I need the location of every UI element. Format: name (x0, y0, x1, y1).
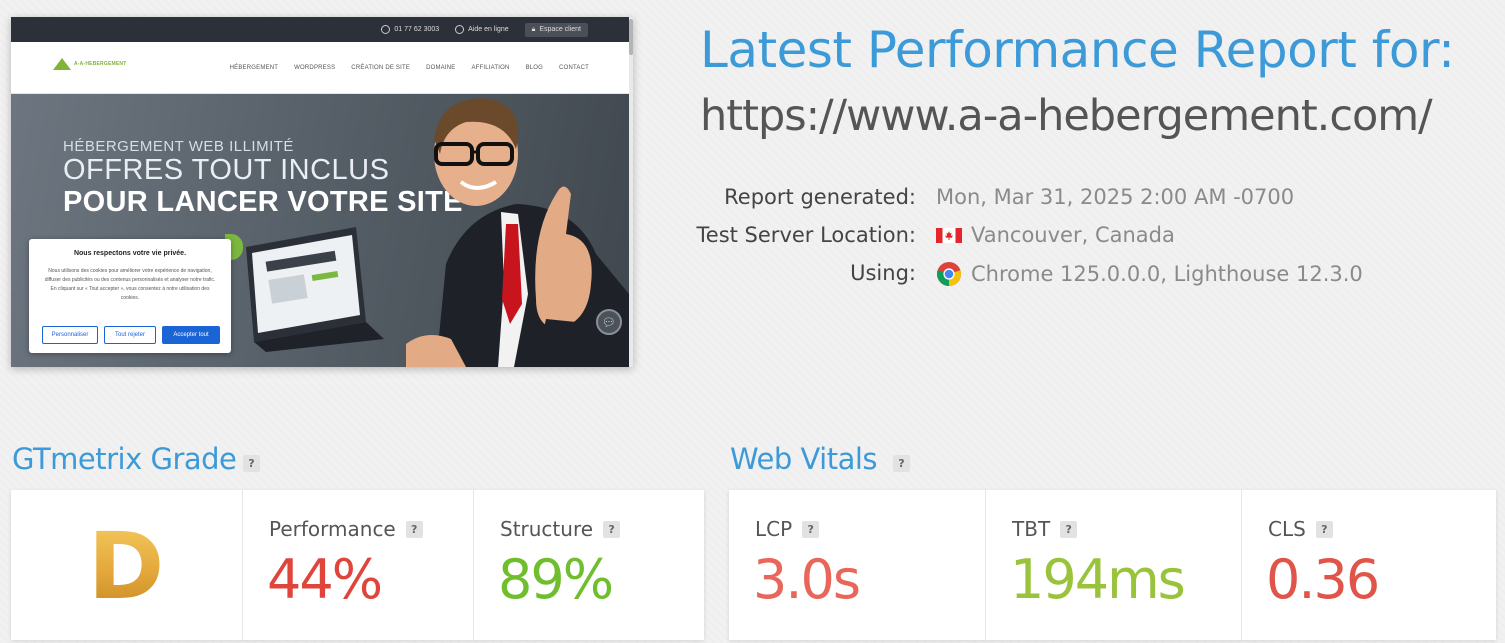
structure-label-wrap: Structure ? (500, 517, 621, 541)
thumb-menu-item: DOMAINE (426, 65, 456, 71)
web-vitals-title: Web Vitals (730, 442, 878, 476)
help-circle-icon (455, 25, 465, 34)
thumb-scrollbar (629, 17, 633, 367)
test-location-value-wrap: Vancouver, Canada (936, 223, 1175, 247)
using-value-wrap: Chrome 125.0.0.0, Lighthouse 12.3.0 (936, 261, 1363, 287)
cls-value: 0.36 (1266, 548, 1380, 611)
structure-help-icon[interactable]: ? (603, 520, 621, 538)
report-url[interactable]: https://www.a-a-hebergement.com/ (700, 88, 1433, 144)
tbt-value: 194ms (1010, 548, 1186, 611)
thumb-phone: 01 77 62 3003 (381, 25, 439, 34)
structure-value: 89% (498, 548, 614, 611)
gtmetrix-grade-title: GTmetrix Grade (12, 442, 237, 476)
thumb-scrollbar-handle (629, 19, 633, 55)
cookie-consent-dialog: Nous respectons votre vie privée. Nous u… (29, 239, 231, 353)
tbt-help-icon[interactable]: ? (1060, 520, 1078, 538)
performance-help-icon[interactable]: ? (405, 520, 423, 538)
cls-label-wrap: CLS ? (1268, 517, 1333, 541)
report-generated-label: Report generated: (724, 185, 916, 209)
hero-line-2: POUR LANCER VOTRE SITE (63, 186, 463, 218)
thumb-menu-item: CRÉATION DE SITE (351, 65, 411, 71)
thumb-menu-item: BLOG (525, 65, 544, 71)
cls-help-icon[interactable]: ? (1315, 520, 1333, 538)
test-location-value: Vancouver, Canada (971, 223, 1175, 247)
tbt-label: TBT (1012, 517, 1051, 541)
grade-help-icon[interactable]: ? (243, 455, 260, 472)
structure-label: Structure (500, 517, 594, 541)
laptop-illustration (246, 227, 384, 352)
thumb-menu-item: AFFILIATION (471, 65, 510, 71)
thumb-client-area: 🔒︎ Espace client (524, 22, 588, 37)
thumb-help-text: Aide en ligne (468, 26, 509, 33)
chrome-icon (937, 262, 961, 286)
report-generated-value-wrap: Mon, Mar 31, 2025 2:00 AM -0700 (936, 185, 1294, 209)
cls-cell: CLS ? 0.36 (1241, 490, 1496, 640)
test-location-row: Test Server Location: Vancouver, Canada (640, 223, 1460, 253)
thumb-navbar: A-A-HEBERGEMENT HÉBERGEMENT WORDPRESS CR… (11, 42, 633, 94)
cookie-buttons: Personnaliser Tout rejeter Accepter tout (42, 326, 220, 344)
thumb-phone-text: 01 77 62 3003 (394, 26, 440, 33)
lcp-value: 3.0s (753, 548, 861, 611)
cookie-text: Nous utilisons des cookies pour améliore… (44, 268, 216, 301)
tbt-label-wrap: TBT ? (1012, 517, 1078, 541)
thumb-help: Aide en ligne (455, 25, 509, 34)
using-row: Using: Chrome 125.0.0.0, Lighthouse 12.3… (640, 261, 1460, 291)
performance-label-wrap: Performance ? (269, 517, 423, 541)
grade-letter-cell: D (11, 490, 242, 640)
phone-icon (381, 25, 391, 34)
lcp-cell: LCP ? 3.0s (729, 490, 985, 640)
thumb-topbar: 01 77 62 3003 Aide en ligne 🔒︎ Espace cli… (11, 17, 633, 42)
thumb-menu-item: HÉBERGEMENT (229, 65, 279, 71)
performance-cell: Performance ? 44% (242, 490, 473, 640)
using-value: Chrome 125.0.0.0, Lighthouse 12.3.0 (971, 262, 1363, 286)
thumb-logo-text: A-A-HEBERGEMENT (74, 61, 127, 67)
thumb-menu-item: WORDPRESS (294, 65, 336, 71)
tbt-cell: TBT ? 194ms (985, 490, 1241, 640)
logo-mountain-icon (53, 58, 71, 70)
hero-subtitle: HÉBERGEMENT WEB ILLIMITÉ (63, 138, 294, 155)
grade-letter: D (11, 512, 241, 622)
canada-flag-icon (936, 227, 962, 243)
cookie-title: Nous respectons votre vie privée. (73, 250, 187, 257)
report-generated-row: Report generated: Mon, Mar 31, 2025 2:00… (640, 185, 1460, 215)
thumb-logo: A-A-HEBERGEMENT (53, 58, 126, 70)
lock-icon: 🔒︎ (531, 25, 536, 33)
lcp-label: LCP (755, 517, 793, 541)
vitals-help-icon[interactable]: ? (893, 455, 910, 472)
cookie-customize-button: Personnaliser (42, 326, 98, 344)
cookie-reject-button: Tout rejeter (104, 326, 156, 344)
performance-value: 44% (267, 548, 383, 611)
test-location-label: Test Server Location: (696, 223, 916, 247)
businessman-photo (406, 98, 629, 367)
using-label: Using: (850, 261, 916, 285)
cls-label: CLS (1268, 517, 1306, 541)
performance-label: Performance (269, 517, 396, 541)
cookie-accept-button: Accepter tout (162, 326, 220, 344)
structure-cell: Structure ? 89% (473, 490, 704, 640)
thumb-menu: HÉBERGEMENT WORDPRESS CRÉATION DE SITE D… (230, 65, 589, 71)
chat-widget-icon: 💬︎ (596, 309, 622, 335)
site-screenshot-thumbnail: 01 77 62 3003 Aide en ligne 🔒︎ Espace cli… (11, 17, 633, 367)
thumb-client-text: Espace client (539, 26, 581, 33)
hero-line-1: OFFRES TOUT INCLUS (63, 154, 390, 186)
report-generated-value: Mon, Mar 31, 2025 2:00 AM -0700 (936, 185, 1295, 209)
thumb-menu-item: CONTACT (559, 65, 589, 71)
report-title: Latest Performance Report for: (700, 21, 1455, 79)
lcp-label-wrap: LCP ? (755, 517, 820, 541)
web-vitals-card: LCP ? 3.0s TBT ? 194ms CLS ? 0.36 (729, 490, 1496, 640)
gtmetrix-grade-card: D Performance ? 44% Structure ? 89% (11, 490, 704, 640)
lcp-help-icon[interactable]: ? (802, 520, 820, 538)
